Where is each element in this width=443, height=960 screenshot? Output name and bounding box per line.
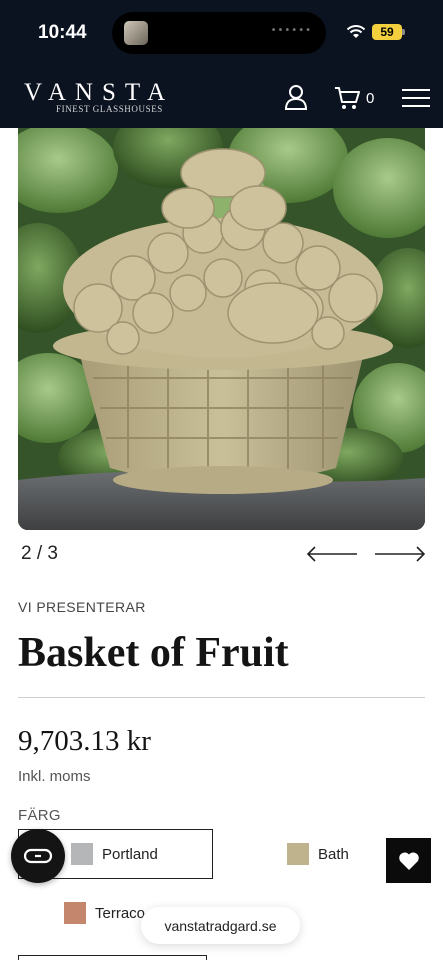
product-eyebrow: VI PRESENTERAR [18,599,146,615]
wishlist-button[interactable] [386,838,431,883]
wifi-icon [346,25,366,38]
status-bar: 10:44 •••••• 59 [0,0,443,64]
color-swatch-portland [71,843,93,865]
brand-tagline: FINEST GLASSHOUSES [56,104,163,114]
color-swatch-terracotta [64,902,86,924]
link-toggle-icon [23,848,53,864]
site-header: VANSTA FINEST GLASSHOUSES 0 [0,64,443,128]
now-playing-thumbnail [124,21,148,45]
brand-logo[interactable]: VANSTA [24,80,174,106]
color-label: FÄRG [18,807,61,824]
next-option-outline[interactable] [18,955,207,960]
account-icon[interactable] [284,84,308,110]
arrow-right-icon[interactable] [374,545,426,563]
product-image[interactable] [18,128,425,530]
battery-level: 59 [380,25,394,39]
product-title: Basket of Fruit [18,630,289,676]
browser-url-bar[interactable]: vanstatradgard.se [141,907,300,944]
gallery-counter: 2 / 3 [21,543,58,564]
dynamic-island: •••••• [112,12,326,54]
cart-count[interactable]: 0 [366,90,374,107]
accessibility-button[interactable] [11,829,65,883]
color-option-label: Portland [102,845,158,863]
product-price: 9,703.13 kr [18,725,151,757]
island-indicator-icon: •••••• [270,25,312,36]
color-option-label: Bath [318,845,349,863]
heart-icon [398,851,419,870]
color-option-label: Terraco [95,904,146,922]
color-option-bath[interactable]: Bath [287,829,377,879]
cart-icon[interactable] [334,86,360,110]
battery-cap [402,29,405,35]
battery-icon: 59 [372,24,402,40]
status-time: 10:44 [38,22,87,43]
divider [18,697,425,698]
color-swatch-bath [287,843,309,865]
hamburger-menu-icon[interactable] [402,89,430,107]
arrow-left-icon[interactable] [306,545,358,563]
vat-note: Inkl. moms [18,768,91,785]
basket-of-fruit-photo [18,128,425,530]
